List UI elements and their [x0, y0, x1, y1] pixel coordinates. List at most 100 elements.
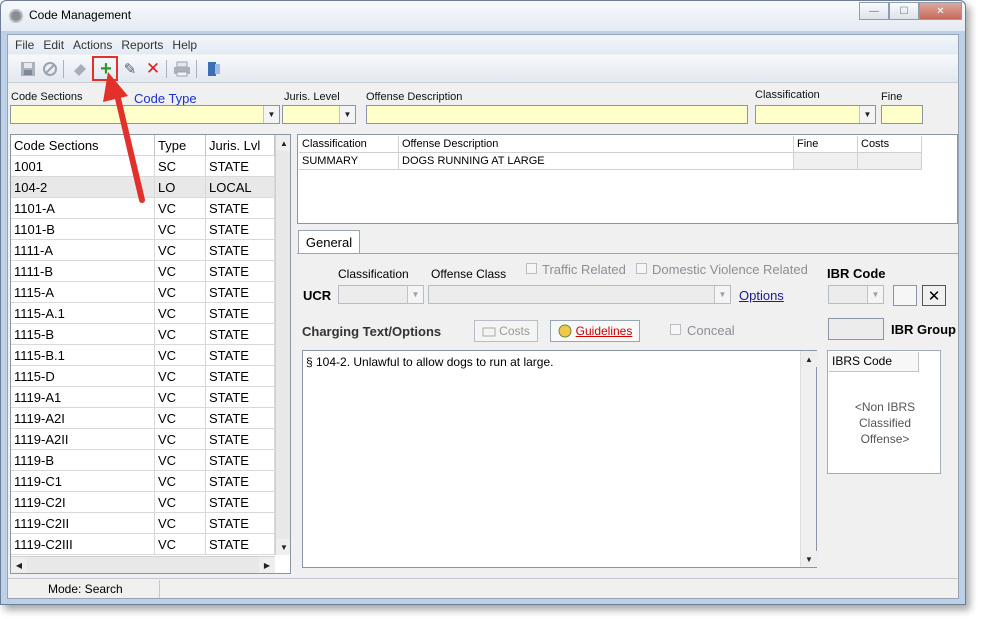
ibr-group-input[interactable] — [828, 318, 884, 340]
code-cell[interactable]: 1119-C1 — [11, 471, 155, 492]
juris-cell[interactable]: STATE — [206, 156, 275, 177]
scroll-up-arrow[interactable]: ▲ — [276, 135, 290, 151]
clear-ibr-button[interactable]: ✕ — [922, 285, 946, 306]
code-cell[interactable]: 1115-B.1 — [11, 345, 155, 366]
juris-cell[interactable]: STATE — [206, 429, 275, 450]
table-row[interactable]: 1115-A.1 VC STATE — [11, 303, 275, 324]
options-link[interactable]: Options — [739, 288, 784, 303]
scroll-right-arrow[interactable]: ▶ — [259, 557, 275, 573]
close-button[interactable]: ✕ — [919, 2, 962, 20]
col-fine[interactable]: Fine — [794, 136, 858, 153]
code-cell[interactable]: 1119-C2I — [11, 492, 155, 513]
juris-level-combo[interactable]: ▼ — [282, 105, 356, 124]
chevron-down-icon[interactable]: ▼ — [407, 286, 423, 303]
tab-general[interactable]: General — [298, 230, 360, 254]
eraser-button[interactable] — [70, 59, 90, 79]
code-cell[interactable]: 1115-A.1 — [11, 303, 155, 324]
juris-cell[interactable]: STATE — [206, 366, 275, 387]
type-cell[interactable]: VC — [155, 492, 206, 513]
offense-classification-cell[interactable]: SUMMARY — [299, 153, 399, 170]
col-juris-lvl[interactable]: Juris. Lvl — [206, 135, 275, 156]
grid-vertical-scrollbar[interactable]: ▲ ▼ — [275, 135, 290, 555]
table-row[interactable]: 1119-C2I VC STATE — [11, 492, 275, 513]
juris-cell[interactable]: STATE — [206, 471, 275, 492]
code-cell[interactable]: 1119-A2II — [11, 429, 155, 450]
ibr-code-combo[interactable]: ▼ — [828, 285, 884, 304]
offense-description-cell[interactable]: DOGS RUNNING AT LARGE — [399, 153, 794, 170]
scroll-down-arrow[interactable]: ▼ — [276, 539, 290, 555]
code-cell[interactable]: 1119-C2III — [11, 534, 155, 555]
grid-horizontal-scrollbar[interactable]: ◀ ▶ — [11, 556, 275, 573]
traffic-related-checkbox[interactable] — [526, 263, 537, 274]
table-row[interactable]: 1119-A2I VC STATE — [11, 408, 275, 429]
menu-help[interactable]: Help — [172, 38, 197, 52]
juris-cell[interactable]: STATE — [206, 282, 275, 303]
type-cell[interactable]: VC — [155, 387, 206, 408]
table-row[interactable]: 1119-A2II VC STATE — [11, 429, 275, 450]
charging-text-area[interactable]: § 104-2. Unlawful to allow dogs to run a… — [302, 350, 817, 568]
table-row[interactable]: 1119-C2II VC STATE — [11, 513, 275, 534]
menu-file[interactable]: File — [15, 38, 34, 52]
cancel-button[interactable] — [40, 59, 60, 79]
table-row[interactable]: 1115-D VC STATE — [11, 366, 275, 387]
chevron-down-icon[interactable]: ▼ — [867, 286, 883, 303]
table-row[interactable]: 1119-C1 VC STATE — [11, 471, 275, 492]
juris-cell[interactable]: LOCAL — [206, 177, 275, 198]
juris-cell[interactable]: STATE — [206, 492, 275, 513]
juris-cell[interactable]: STATE — [206, 198, 275, 219]
scroll-down-arrow[interactable]: ▼ — [801, 551, 817, 567]
type-cell[interactable]: VC — [155, 429, 206, 450]
col-classification[interactable]: Classification — [299, 136, 399, 153]
code-cell[interactable]: 1119-B — [11, 450, 155, 471]
menu-reports[interactable]: Reports — [121, 38, 163, 52]
type-cell[interactable]: VC — [155, 408, 206, 429]
minimize-button[interactable]: — — [859, 2, 889, 20]
menu-actions[interactable]: Actions — [73, 38, 112, 52]
code-cell[interactable]: 1115-A — [11, 282, 155, 303]
type-cell[interactable]: VC — [155, 366, 206, 387]
juris-cell[interactable]: STATE — [206, 534, 275, 555]
code-cell[interactable]: 1101-B — [11, 219, 155, 240]
type-cell[interactable]: VC — [155, 471, 206, 492]
type-cell[interactable]: VC — [155, 450, 206, 471]
offense-fine-cell[interactable] — [794, 153, 858, 170]
ibrs-code-header[interactable]: IBRS Code — [829, 352, 919, 372]
juris-cell[interactable]: STATE — [206, 450, 275, 471]
table-row[interactable]: 1111-B VC STATE — [11, 261, 275, 282]
table-row[interactable]: 1119-A1 VC STATE — [11, 387, 275, 408]
maximize-button[interactable]: ☐ — [889, 2, 919, 20]
type-cell[interactable]: VC — [155, 513, 206, 534]
col-offense-description[interactable]: Offense Description — [399, 136, 794, 153]
col-costs[interactable]: Costs — [858, 136, 922, 153]
code-cell[interactable]: 1111-B — [11, 261, 155, 282]
code-cell[interactable]: 1119-A2I — [11, 408, 155, 429]
type-cell[interactable]: VC — [155, 324, 206, 345]
classification-filter-combo[interactable]: ▼ — [755, 105, 876, 124]
domestic-violence-checkbox[interactable] — [636, 263, 647, 274]
costs-button[interactable]: Costs — [474, 320, 538, 342]
type-cell[interactable]: VC — [155, 345, 206, 366]
type-cell[interactable]: VC — [155, 240, 206, 261]
offense-costs-cell[interactable] — [858, 153, 922, 170]
type-cell[interactable]: VC — [155, 303, 206, 324]
juris-cell[interactable]: STATE — [206, 324, 275, 345]
save-button[interactable] — [18, 59, 38, 79]
code-cell[interactable]: 1119-A1 — [11, 387, 155, 408]
juris-cell[interactable]: STATE — [206, 303, 275, 324]
juris-cell[interactable]: STATE — [206, 387, 275, 408]
code-cell[interactable]: 1119-C2II — [11, 513, 155, 534]
code-cell[interactable]: 1115-D — [11, 366, 155, 387]
type-cell[interactable]: VC — [155, 534, 206, 555]
guidelines-button[interactable]: Guidelines — [550, 320, 640, 342]
juris-cell[interactable]: STATE — [206, 345, 275, 366]
scroll-up-arrow[interactable]: ▲ — [801, 351, 817, 367]
table-row[interactable]: 1111-A VC STATE — [11, 240, 275, 261]
text-scrollbar[interactable]: ▲ ▼ — [800, 351, 817, 567]
code-cell[interactable]: 1115-B — [11, 324, 155, 345]
type-cell[interactable]: VC — [155, 282, 206, 303]
table-row[interactable]: 1115-A VC STATE — [11, 282, 275, 303]
code-cell[interactable]: 1111-A — [11, 240, 155, 261]
conceal-checkbox[interactable] — [670, 324, 681, 335]
exit-button[interactable] — [204, 59, 224, 79]
table-row[interactable]: 1115-B.1 VC STATE — [11, 345, 275, 366]
